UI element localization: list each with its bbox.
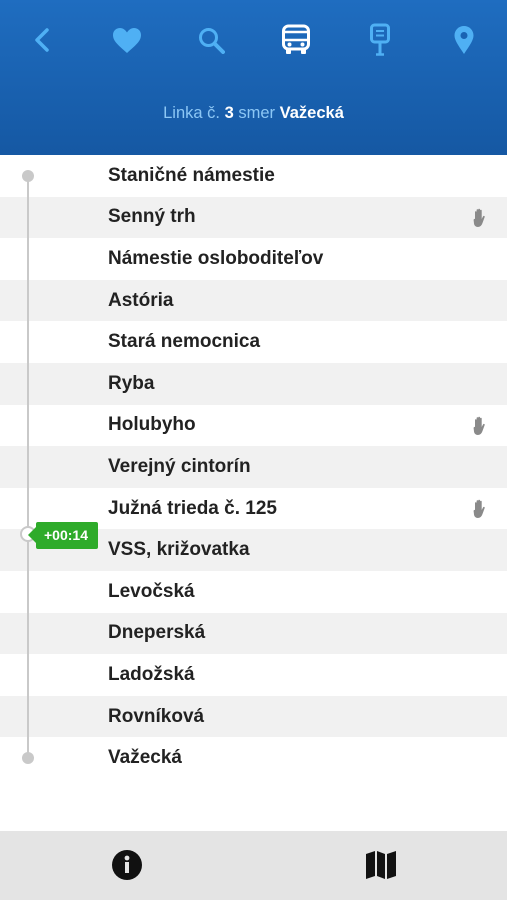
timeline-start-dot <box>22 170 34 182</box>
request-stop-hand-icon <box>473 208 485 227</box>
stop-name: Holubyho <box>108 414 196 436</box>
info-icon <box>112 850 142 880</box>
stop-row[interactable]: Astória <box>0 279 507 322</box>
stop-row[interactable]: Námestie osloboditeľov <box>0 238 507 280</box>
stop-list: Staničné námestie Senný trh Námestie oslob… <box>0 155 507 779</box>
page-title: Linka č. 3 smer Važecká <box>0 104 507 123</box>
stop-name: Astória <box>108 289 174 311</box>
stop-row[interactable]: Ladožská <box>0 654 507 696</box>
destination: Važecká <box>279 104 344 122</box>
favorites-button[interactable] <box>105 18 149 62</box>
back-icon <box>35 28 49 52</box>
map-icon <box>366 851 396 879</box>
stop-name: Senný trh <box>108 206 196 228</box>
route-timeline <box>27 176 29 758</box>
lines-button[interactable] <box>274 18 318 62</box>
title-prefix: Linka č. <box>163 104 220 122</box>
stop-name: Rovníková <box>108 705 205 727</box>
stop-row[interactable]: Dneperská <box>0 612 507 655</box>
stop-row[interactable]: Staničné námestie <box>0 155 507 197</box>
stop-name: Stará nemocnica <box>108 331 261 353</box>
stop-name: VSS, križovatka <box>108 539 250 561</box>
stop-name: Staničné námestie <box>108 164 275 186</box>
stop-name: Námestie osloboditeľov <box>108 247 324 269</box>
stop-row[interactable]: Stará nemocnica <box>0 321 507 363</box>
heart-icon <box>113 27 141 53</box>
search-button[interactable] <box>189 18 233 62</box>
stop-row[interactable]: Verejný cintorín <box>0 446 507 488</box>
stop-row[interactable]: Ryba <box>0 362 507 405</box>
stop-row[interactable]: Holubyho <box>0 404 507 447</box>
stop-name: Verejný cintorín <box>108 455 251 477</box>
stops-button[interactable] <box>358 18 402 62</box>
line-number: 3 <box>224 104 234 122</box>
stop-row[interactable]: Važecká <box>0 737 507 779</box>
stop-row[interactable]: Rovníková <box>0 695 507 738</box>
stop-name: Južná trieda č. 125 <box>108 497 277 519</box>
back-button[interactable] <box>21 18 65 62</box>
direction-word: smer <box>238 104 276 122</box>
info-button[interactable] <box>107 845 147 885</box>
delay-badge[interactable]: +00:14 <box>28 522 98 549</box>
stop-name: Levočská <box>108 580 195 602</box>
stop-name: Dneperská <box>108 622 206 644</box>
footer-bar <box>0 831 507 900</box>
timeline-end-dot <box>22 752 34 764</box>
stop-name: Ladožská <box>108 663 195 685</box>
header: Linka č. 3 smer Važecká <box>0 0 507 155</box>
bus-icon <box>282 24 310 54</box>
map-button[interactable] <box>361 845 401 885</box>
location-button[interactable] <box>442 18 486 62</box>
location-icon <box>454 26 474 54</box>
stop-row[interactable]: Levočská <box>0 570 507 613</box>
stop-sign-icon <box>370 23 390 56</box>
stop-name: Važecká <box>108 747 182 769</box>
stop-row[interactable]: Senný trh <box>0 196 507 239</box>
request-stop-hand-icon <box>473 416 485 435</box>
search-icon <box>198 27 225 54</box>
stop-name: Ryba <box>108 372 155 394</box>
request-stop-hand-icon <box>473 499 485 518</box>
nav-bar <box>0 0 507 80</box>
